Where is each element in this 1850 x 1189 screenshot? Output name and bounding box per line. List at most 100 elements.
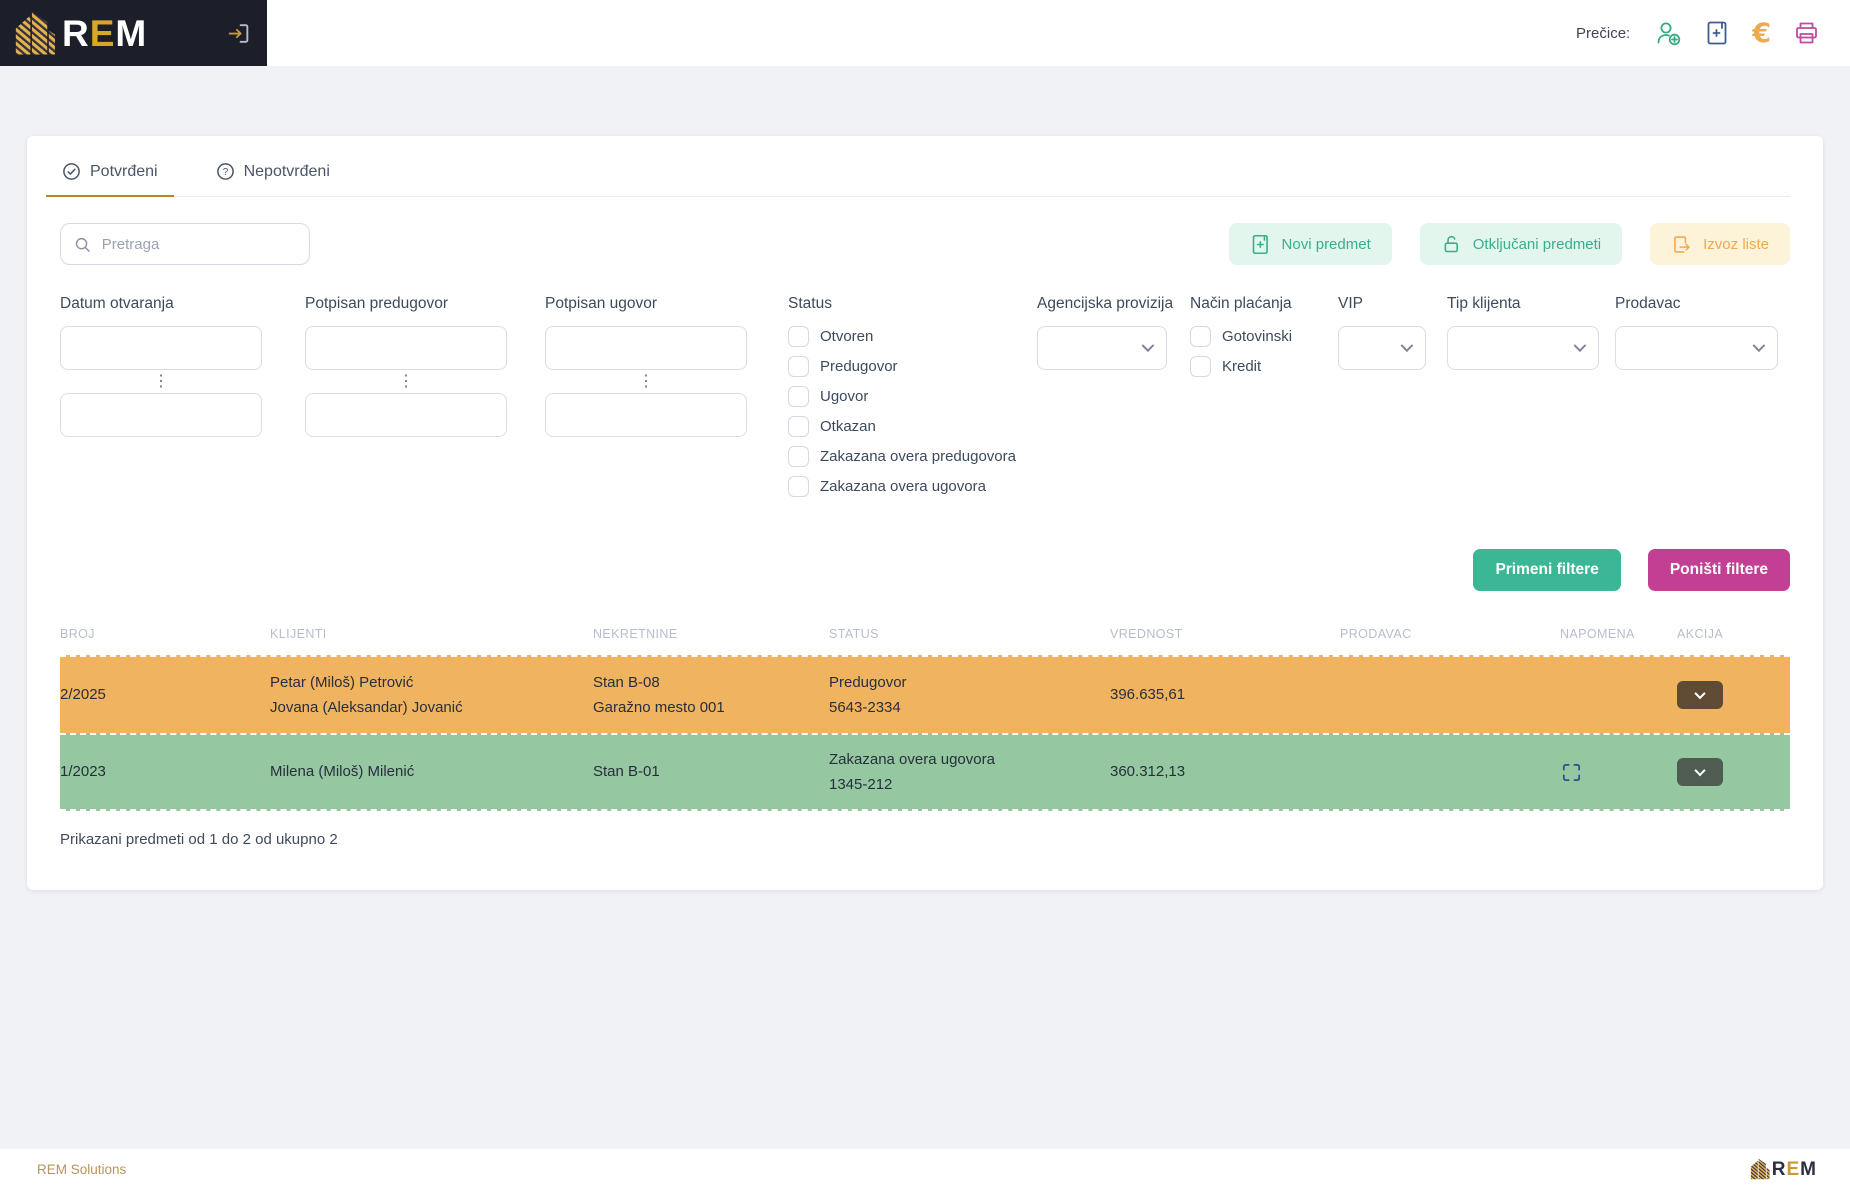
filter-label: Status xyxy=(788,295,1016,313)
range-separator: ⋮ xyxy=(305,375,507,389)
column-header-nekretnine: NEKRETNINE xyxy=(593,627,829,641)
column-header-vrednost: VREDNOST xyxy=(1110,627,1340,641)
checkbox[interactable] xyxy=(788,446,809,467)
table-header: BROJ KLIJENTI NEKRETNINE STATUS VREDNOST… xyxy=(60,627,1790,655)
filter-datum-otvaranja: Datum otvaranja ⋮ xyxy=(60,295,262,437)
cell-nekretnine: Stan B-08 Garažno mesto 001 xyxy=(593,670,829,721)
cell-akcija xyxy=(1677,681,1790,709)
agencijska-provizija-select[interactable] xyxy=(1037,326,1167,370)
chevron-down-icon xyxy=(1401,339,1414,352)
potpisan-predugovor-from-input[interactable] xyxy=(305,326,507,370)
status-option-otvoren[interactable]: Otvoren xyxy=(788,326,1016,347)
euro-icon[interactable]: € xyxy=(1752,20,1771,47)
tip-klijenta-select[interactable] xyxy=(1447,326,1599,370)
new-case-icon[interactable] xyxy=(1704,19,1730,47)
range-separator: ⋮ xyxy=(545,375,747,389)
column-header-napomena: NAPOMENA xyxy=(1560,627,1677,641)
building-logo-icon xyxy=(12,8,58,58)
cell-klijenti: Milena (Miloš) Milenić xyxy=(270,759,593,785)
row-expand-button[interactable] xyxy=(1677,758,1723,786)
toolbar: Novi predmet Otključani predmeti Izvoz l… xyxy=(60,223,1790,265)
cell-status: Zakazana overa ugovora 1345-212 xyxy=(829,747,1110,798)
building-logo-icon xyxy=(1749,1157,1771,1181)
shortcuts-label: Prečice: xyxy=(1576,25,1630,42)
cell-broj: 1/2023 xyxy=(60,759,270,785)
filter-label: Datum otvaranja xyxy=(60,295,262,313)
filter-label: Prodavac xyxy=(1615,295,1778,313)
filter-vip: VIP xyxy=(1338,295,1426,370)
cases-table: BROJ KLIJENTI NEKRETNINE STATUS VREDNOST… xyxy=(60,627,1790,811)
tab-label: Potvrđeni xyxy=(90,163,158,181)
filter-tip-klijenta: Tip klijenta xyxy=(1447,295,1599,370)
filter-label: Tip klijenta xyxy=(1447,295,1599,313)
payment-option-kredit[interactable]: Kredit xyxy=(1190,356,1292,377)
datum-otvaranja-to-input[interactable] xyxy=(60,393,262,437)
header-shortcuts: Prečice: € xyxy=(267,0,1850,66)
column-header-status: STATUS xyxy=(829,627,1110,641)
cell-vrednost: 360.312,13 xyxy=(1110,759,1340,785)
novi-predmet-button[interactable]: Novi predmet xyxy=(1229,223,1392,265)
primeni-filtere-button[interactable]: Primeni filtere xyxy=(1473,549,1620,591)
checkbox[interactable] xyxy=(788,476,809,497)
row-expand-button[interactable] xyxy=(1677,681,1723,709)
vip-select[interactable] xyxy=(1338,326,1426,370)
cell-vrednost: 396.635,61 xyxy=(1110,682,1340,708)
footer-rem-logo: REM xyxy=(1749,1157,1816,1181)
cell-klijenti: Petar (Miloš) Petrović Jovana (Aleksanda… xyxy=(270,670,593,721)
potpisan-ugovor-from-input[interactable] xyxy=(545,326,747,370)
app-header: REM Prečice: € xyxy=(0,0,1850,66)
chevron-down-icon xyxy=(1142,339,1155,352)
column-header-klijenti: KLIJENTI xyxy=(270,627,593,641)
table-row[interactable]: 1/2023 Milena (Miloš) Milenić Stan B-01 … xyxy=(60,733,1790,811)
status-option-otkazan[interactable]: Otkazan xyxy=(788,416,1016,437)
main-content: Potvrđeni ? Nepotvrđeni xyxy=(0,66,1850,890)
checkbox[interactable] xyxy=(788,356,809,377)
filter-status: Status Otvoren Predugovor Ugovor Otkazan… xyxy=(788,295,1016,506)
payment-option-gotovinski[interactable]: Gotovinski xyxy=(1190,326,1292,347)
logout-icon[interactable] xyxy=(226,21,251,46)
checkbox[interactable] xyxy=(788,416,809,437)
status-option-zakazana-overa-predugovora[interactable]: Zakazana overa predugovora xyxy=(788,446,1016,467)
svg-text:?: ? xyxy=(222,167,228,178)
otkljucani-predmeti-button[interactable]: Otključani predmeti xyxy=(1420,223,1622,265)
search-box xyxy=(60,223,310,265)
footer-company: REM Solutions xyxy=(37,1162,126,1177)
search-input[interactable] xyxy=(100,235,296,254)
tabs: Potvrđeni ? Nepotvrđeni xyxy=(60,136,1790,197)
checkbox[interactable] xyxy=(1190,326,1211,347)
prodavac-select[interactable] xyxy=(1615,326,1778,370)
question-circle-icon: ? xyxy=(216,162,235,181)
filter-potpisan-ugovor: Potpisan ugovor ⋮ xyxy=(545,295,747,437)
potpisan-predugovor-to-input[interactable] xyxy=(305,393,507,437)
ponisti-filtere-button[interactable]: Poništi filtere xyxy=(1648,549,1790,591)
unlock-icon xyxy=(1441,234,1462,255)
checkbox[interactable] xyxy=(788,386,809,407)
add-client-icon[interactable] xyxy=(1654,19,1682,47)
filter-label: Potpisan predugovor xyxy=(305,295,507,313)
status-option-ugovor[interactable]: Ugovor xyxy=(788,386,1016,407)
izvoz-liste-button[interactable]: Izvoz liste xyxy=(1650,223,1790,265)
range-separator: ⋮ xyxy=(60,375,262,389)
checkbox[interactable] xyxy=(788,326,809,347)
table-row[interactable]: 2/2025 Petar (Miloš) Petrović Jovana (Al… xyxy=(60,655,1790,733)
app-footer: REM Solutions REM xyxy=(0,1149,1850,1189)
logo-container: REM xyxy=(0,0,267,66)
filter-prodavac: Prodavac xyxy=(1615,295,1778,370)
cell-status: Predugovor 5643-2334 xyxy=(829,670,1110,721)
column-header-broj: BROJ xyxy=(60,627,270,641)
tab-potvrdjeni[interactable]: Potvrđeni xyxy=(60,162,160,196)
check-circle-icon xyxy=(62,162,81,181)
napomena-expand-icon[interactable] xyxy=(1560,761,1583,784)
potpisan-ugovor-to-input[interactable] xyxy=(545,393,747,437)
rem-logo-text: REM xyxy=(62,15,147,52)
filter-label: Način plaćanja xyxy=(1190,295,1292,313)
status-option-zakazana-overa-ugovora[interactable]: Zakazana overa ugovora xyxy=(788,476,1016,497)
datum-otvaranja-from-input[interactable] xyxy=(60,326,262,370)
filter-label: VIP xyxy=(1338,295,1426,313)
checkbox[interactable] xyxy=(1190,356,1211,377)
tab-label: Nepotvrđeni xyxy=(244,163,330,181)
column-header-prodavac: PRODAVAC xyxy=(1340,627,1560,641)
status-option-predugovor[interactable]: Predugovor xyxy=(788,356,1016,377)
tab-nepotvrdjeni[interactable]: ? Nepotvrđeni xyxy=(214,162,332,196)
print-icon[interactable] xyxy=(1793,20,1820,46)
